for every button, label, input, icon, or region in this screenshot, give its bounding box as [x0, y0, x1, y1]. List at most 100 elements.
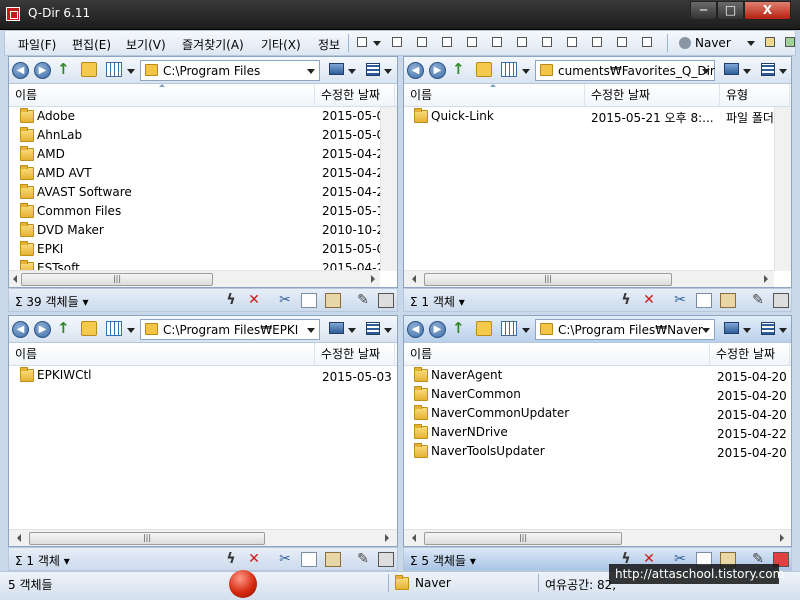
scroll-right-icon[interactable]	[764, 275, 768, 283]
pane-bottom-right[interactable]: ◀ ▶ ↑ C:\Program Files₩Naver 이름 수정한 날짜 N…	[403, 315, 792, 547]
column-date[interactable]: 수정한 날짜	[315, 343, 395, 365]
monitor-icon[interactable]	[724, 322, 739, 334]
list-item[interactable]: NaverNDrive 2015-04-22 오	[404, 423, 791, 442]
close-button[interactable]: X	[744, 1, 791, 20]
scroll-left-icon[interactable]	[13, 275, 17, 283]
column-date[interactable]: 수정한 날짜	[710, 343, 790, 365]
back-arrow-icon[interactable]: ◀	[12, 321, 29, 338]
copy-icon[interactable]	[696, 293, 712, 308]
menu-favorites[interactable]: 즐겨찾기(A)	[182, 36, 244, 53]
favorite-naver-label[interactable]: Naver	[695, 36, 731, 50]
monitor-dropdown-icon[interactable]	[743, 69, 751, 74]
horizontal-scrollbar[interactable]: |||	[9, 270, 380, 287]
layout-5-icon[interactable]	[492, 37, 502, 47]
menu-info[interactable]: 정보	[318, 36, 340, 53]
back-arrow-icon[interactable]: ◀	[12, 62, 29, 79]
new-folder-icon[interactable]	[476, 62, 492, 77]
pane-item-count[interactable]: Σ 1 객체 ▾	[15, 552, 70, 569]
properties-icon[interactable]	[378, 552, 394, 567]
grid-dropdown-icon[interactable]	[384, 69, 392, 74]
layout-dropdown-icon[interactable]	[373, 41, 381, 46]
forward-arrow-icon[interactable]: ▶	[429, 321, 446, 338]
copy-icon[interactable]	[301, 293, 317, 308]
scrollbar-thumb[interactable]: |||	[424, 273, 672, 286]
address-bar[interactable]: cuments₩Favorites_Q_Dir	[535, 60, 715, 81]
address-dropdown-icon[interactable]	[307, 69, 315, 74]
qdir-app-icon[interactable]	[6, 7, 20, 21]
new-folder-icon[interactable]	[81, 321, 97, 336]
copy-icon[interactable]	[301, 552, 317, 567]
view-mode-icon[interactable]	[501, 62, 517, 77]
monitor-icon[interactable]	[329, 63, 344, 75]
pane-top-right[interactable]: ◀ ▶ ↑ cuments₩Favorites_Q_Dir 이름 수정한 날짜 …	[403, 56, 792, 288]
grid-dropdown-icon[interactable]	[779, 328, 787, 333]
address-dropdown-icon[interactable]	[307, 328, 315, 333]
grid-icon[interactable]	[366, 322, 380, 335]
view-mode-dropdown-icon[interactable]	[127, 69, 135, 74]
title-bar[interactable]: Q-Dir 6.11 ─ □ X	[0, 0, 800, 30]
quick-action-icon[interactable]: ϟ	[618, 293, 634, 308]
menu-edit[interactable]: 편집(E)	[72, 36, 111, 53]
more-icon[interactable]	[785, 37, 795, 47]
layout-10-icon[interactable]	[617, 37, 627, 47]
up-folder-icon[interactable]: ↑	[452, 321, 468, 336]
horizontal-scrollbar[interactable]: |||	[404, 529, 791, 546]
list-item[interactable]: Adobe 2015-05-0	[9, 107, 397, 126]
cut-icon[interactable]: ✂	[277, 552, 293, 567]
column-name[interactable]: 이름	[404, 84, 585, 106]
horizontal-scrollbar[interactable]: |||	[9, 529, 397, 546]
paste-icon[interactable]	[325, 293, 341, 308]
properties-icon[interactable]	[378, 293, 394, 308]
pane-top-left[interactable]: ◀ ▶ ↑ C:\Program Files 이름 수정한 날짜 Adobe 20…	[8, 56, 398, 288]
scroll-left-icon[interactable]	[17, 534, 21, 542]
favorites-dropdown-icon[interactable]	[747, 41, 755, 46]
column-name[interactable]: 이름	[9, 343, 315, 365]
favorite-folder-icon[interactable]	[679, 37, 691, 49]
column-name[interactable]: 이름	[404, 343, 710, 365]
grid-icon[interactable]	[761, 322, 775, 335]
layout-9-icon[interactable]	[592, 37, 602, 47]
view-mode-icon[interactable]	[106, 321, 122, 336]
quick-action-icon[interactable]: ϟ	[223, 552, 239, 567]
view-mode-dropdown-icon[interactable]	[127, 328, 135, 333]
list-item[interactable]: NaverCommonUpdater 2015-04-20 오	[404, 404, 791, 423]
layout-4-icon[interactable]	[467, 37, 477, 47]
vertical-scrollbar[interactable]	[380, 107, 397, 271]
layout-3-icon[interactable]	[442, 37, 452, 47]
list-item[interactable]: EPKIWCtl 2015-05-03 오	[9, 366, 397, 385]
menu-file[interactable]: 파일(F)	[18, 36, 56, 53]
menu-view[interactable]: 보기(V)	[126, 36, 166, 53]
maximize-button[interactable]: □	[717, 1, 744, 20]
scroll-right-icon[interactable]	[385, 534, 389, 542]
up-folder-icon[interactable]: ↑	[57, 62, 73, 77]
vertical-scrollbar[interactable]	[774, 107, 791, 271]
grid-dropdown-icon[interactable]	[384, 328, 392, 333]
print-icon[interactable]	[765, 37, 775, 47]
delete-icon[interactable]: ✕	[641, 293, 657, 308]
scroll-left-icon[interactable]	[412, 534, 416, 542]
list-item[interactable]: AMD AVT 2015-04-2	[9, 164, 397, 183]
properties-icon[interactable]	[773, 293, 789, 308]
list-item[interactable]: NaverCommon 2015-04-20 오	[404, 385, 791, 404]
rename-icon[interactable]: ✎	[750, 293, 766, 308]
back-arrow-icon[interactable]: ◀	[407, 62, 424, 79]
list-item[interactable]: Quick-Link 2015-05-21 오후 8:... 파일 폴더	[404, 107, 791, 126]
pane-item-count[interactable]: Σ 1 객체 ▾	[410, 293, 465, 310]
cut-icon[interactable]: ✂	[672, 293, 688, 308]
list-item[interactable]: AVAST Software 2015-04-2	[9, 183, 397, 202]
column-date[interactable]: 수정한 날짜	[315, 84, 395, 106]
scrollbar-thumb[interactable]: |||	[424, 532, 622, 545]
monitor-icon[interactable]	[329, 322, 344, 334]
minimize-button[interactable]: ─	[690, 1, 717, 20]
back-arrow-icon[interactable]: ◀	[407, 321, 424, 338]
column-name[interactable]: 이름	[9, 84, 315, 106]
list-item[interactable]: EPKI 2015-05-0	[9, 240, 397, 259]
layout-icon[interactable]	[357, 37, 367, 47]
view-mode-dropdown-icon[interactable]	[522, 328, 530, 333]
column-date[interactable]: 수정한 날짜	[585, 84, 720, 106]
layout-11-icon[interactable]	[642, 37, 652, 47]
scroll-right-icon[interactable]	[371, 275, 375, 283]
list-item[interactable]: Common Files 2015-05-1	[9, 202, 397, 221]
grid-dropdown-icon[interactable]	[779, 69, 787, 74]
rename-icon[interactable]: ✎	[355, 552, 371, 567]
